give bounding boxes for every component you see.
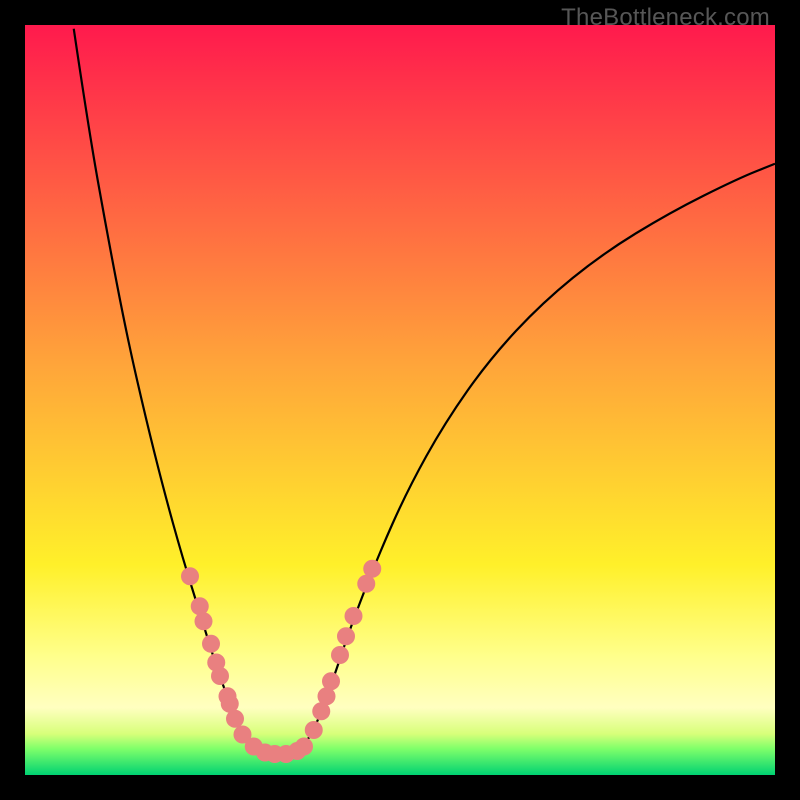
plot-frame (25, 25, 775, 775)
bead-marker (202, 635, 220, 653)
bead-marker (345, 607, 363, 625)
bead-marker (181, 567, 199, 585)
bead-marker (305, 721, 323, 739)
bead-marker (226, 710, 244, 728)
bead-marker (331, 646, 349, 664)
gradient-background (25, 25, 775, 775)
bead-marker (195, 612, 213, 630)
bead-marker (322, 672, 340, 690)
bead-marker (295, 738, 313, 756)
bead-marker (211, 667, 229, 685)
bead-marker (363, 560, 381, 578)
bead-marker (337, 627, 355, 645)
bead-marker (191, 597, 209, 615)
bottleneck-curve-chart (25, 25, 775, 775)
watermark-text: TheBottleneck.com (561, 4, 770, 32)
